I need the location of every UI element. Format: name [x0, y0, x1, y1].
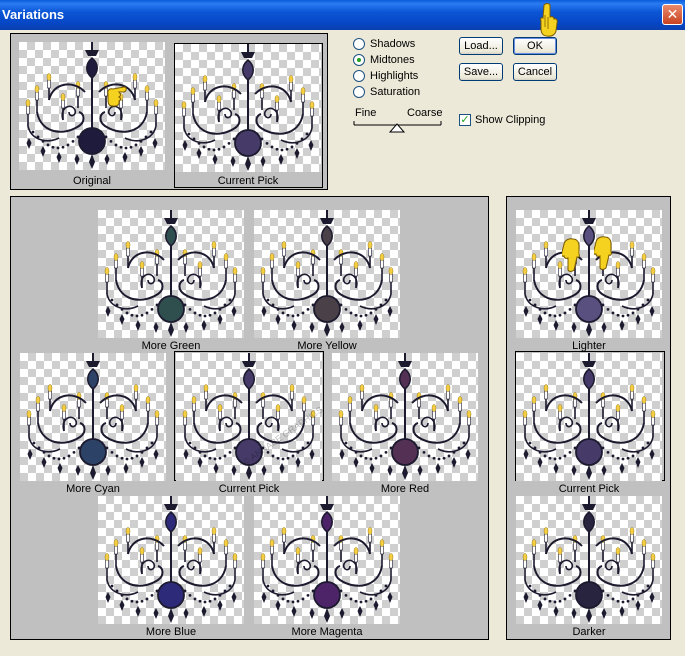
radio-indicator	[353, 54, 365, 66]
more-cyan-thumbnail	[20, 353, 166, 481]
more-cyan-caption: More Cyan	[66, 483, 120, 495]
radio-midtones[interactable]: Midtones	[353, 53, 415, 67]
current-pick-thumbnail	[175, 44, 321, 172]
more-red-caption: More Red	[380, 483, 430, 495]
more-blue-caption: More Blue	[145, 626, 197, 638]
radio-shadows[interactable]: Shadows	[353, 37, 415, 51]
brightness-current-thumbnail	[516, 353, 662, 481]
pointing-hand-icon	[107, 86, 127, 107]
darker-caption: Darker	[572, 626, 606, 638]
pointing-hand-icon	[562, 238, 580, 272]
title-bar: Variations	[0, 0, 685, 30]
show-clipping-checkbox[interactable]: ✓ Show Clipping	[459, 113, 545, 127]
fine-coarse-slider[interactable]	[352, 118, 444, 134]
radio-indicator	[353, 38, 365, 50]
darker-thumbnail	[516, 496, 662, 624]
more-magenta-caption: More Magenta	[291, 626, 363, 638]
brightness-panel: Lighter Current Pick Darker	[506, 196, 671, 640]
save-button[interactable]: Save...	[459, 63, 503, 81]
variations-panel: More Green More Yellow More Cyan Current…	[10, 196, 489, 640]
more-magenta-thumbnail	[254, 496, 400, 624]
checkmark-icon: ✓	[459, 114, 471, 126]
original-thumbnail	[19, 42, 165, 170]
pointing-hand-icon	[594, 236, 612, 270]
more-red-thumbnail	[332, 353, 478, 481]
lighter-thumbnail	[516, 210, 662, 338]
variations-current-caption: Current Pick	[218, 483, 280, 495]
radio-indicator	[353, 70, 365, 82]
close-icon: ✕	[666, 6, 679, 22]
ok-button[interactable]: OK	[513, 37, 557, 55]
brightness-current-caption: Current Pick	[558, 483, 620, 495]
radio-indicator	[353, 86, 365, 98]
load-button[interactable]: Load...	[459, 37, 503, 55]
radio-saturation[interactable]: Saturation	[353, 85, 420, 99]
pointing-hand-icon	[540, 3, 558, 37]
close-button[interactable]: ✕	[662, 4, 683, 25]
original-caption: Original	[73, 175, 111, 187]
radio-highlights[interactable]: Highlights	[353, 69, 418, 83]
more-yellow-thumbnail	[254, 210, 400, 338]
preview-panel: Original Current Pick	[10, 33, 328, 190]
window-title: Variations	[2, 7, 65, 22]
cancel-button[interactable]: Cancel	[513, 63, 557, 81]
more-green-thumbnail	[98, 210, 244, 338]
more-blue-thumbnail	[98, 496, 244, 624]
current-pick-caption: Current Pick	[217, 175, 279, 187]
